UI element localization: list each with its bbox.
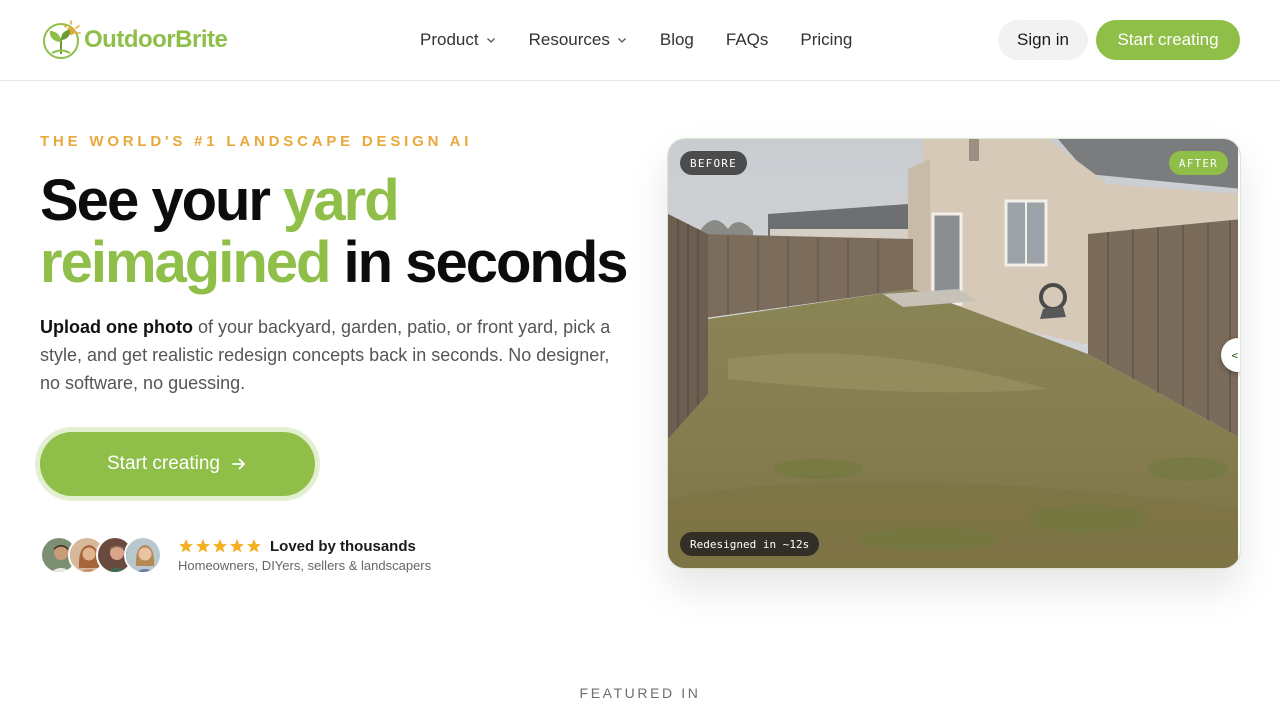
logo-wordmark: OutdoorBrite xyxy=(84,26,228,54)
nav-resources[interactable]: Resources xyxy=(529,30,628,50)
before-badge: BEFORE xyxy=(680,151,747,175)
start-creating-header-button[interactable]: Start creating xyxy=(1096,20,1240,60)
hero-eyebrow: THE WORLD'S #1 LANDSCAPE DESIGN AI xyxy=(40,133,473,150)
sprout-logo-icon xyxy=(43,20,81,59)
nav-blog-label: Blog xyxy=(659,30,694,49)
after-badge: AFTER xyxy=(1168,151,1228,175)
chevron-down-icon xyxy=(617,38,626,43)
avatar xyxy=(124,536,162,574)
loved-title: Loved by thousands xyxy=(270,537,416,555)
subtext-bold: Upload one photo xyxy=(40,317,193,337)
star-icon xyxy=(247,539,261,553)
cta-label: Start creating xyxy=(107,453,220,474)
nav-faqs-label: FAQs xyxy=(725,30,769,49)
site-header: OutdoorBrite Product Resources Blog FAQs… xyxy=(0,0,1280,81)
nav-pricing-label: Pricing xyxy=(800,30,853,49)
nav-pricing[interactable]: Pricing xyxy=(800,30,852,50)
hero-headline: See your yard reimagined in seconds xyxy=(40,170,640,294)
hero-subtext: Upload one photo of your backyard, garde… xyxy=(40,313,615,397)
nav-product-label: Product xyxy=(420,30,479,49)
headline-part-1: See your xyxy=(40,168,284,233)
star-icon xyxy=(230,539,244,553)
nav-blog[interactable]: Blog xyxy=(660,30,694,50)
social-proof: Loved by thousands Homeowners, DIYers, s… xyxy=(40,536,431,574)
star-icon xyxy=(179,539,193,553)
main-nav: Product Resources Blog FAQs Pricing xyxy=(420,0,884,80)
yard-photo xyxy=(668,139,1240,568)
before-after-comparison[interactable]: BEFORE AFTER Redesigned in ~12s <› xyxy=(667,138,1241,569)
start-creating-cta-button[interactable]: Start creating xyxy=(40,432,315,496)
nav-faqs[interactable]: FAQs xyxy=(726,30,769,50)
headline-part-3: in seconds xyxy=(329,230,629,295)
logo-word-outdoor: Outdoor xyxy=(84,26,176,53)
logo[interactable]: OutdoorBrite xyxy=(41,19,228,61)
logo-word-brite: Brite xyxy=(175,26,228,53)
star-icon xyxy=(213,539,227,553)
chevron-down-icon xyxy=(486,38,495,43)
sign-in-button[interactable]: Sign in xyxy=(998,20,1088,60)
star-icon xyxy=(196,539,210,553)
redesign-time-badge: Redesigned in ~12s xyxy=(680,532,820,556)
proof-text: Loved by thousands Homeowners, DIYers, s… xyxy=(178,538,431,573)
featured-in-heading: FEATURED IN xyxy=(579,685,701,701)
nav-resources-label: Resources xyxy=(528,30,610,49)
rating-row: Loved by thousands xyxy=(178,538,431,555)
nav-product[interactable]: Product xyxy=(420,30,497,50)
proof-subtitle: Homeowners, DIYers, sellers & landscaper… xyxy=(178,557,432,573)
avatar-stack xyxy=(40,536,162,574)
arrow-right-icon xyxy=(232,458,245,470)
